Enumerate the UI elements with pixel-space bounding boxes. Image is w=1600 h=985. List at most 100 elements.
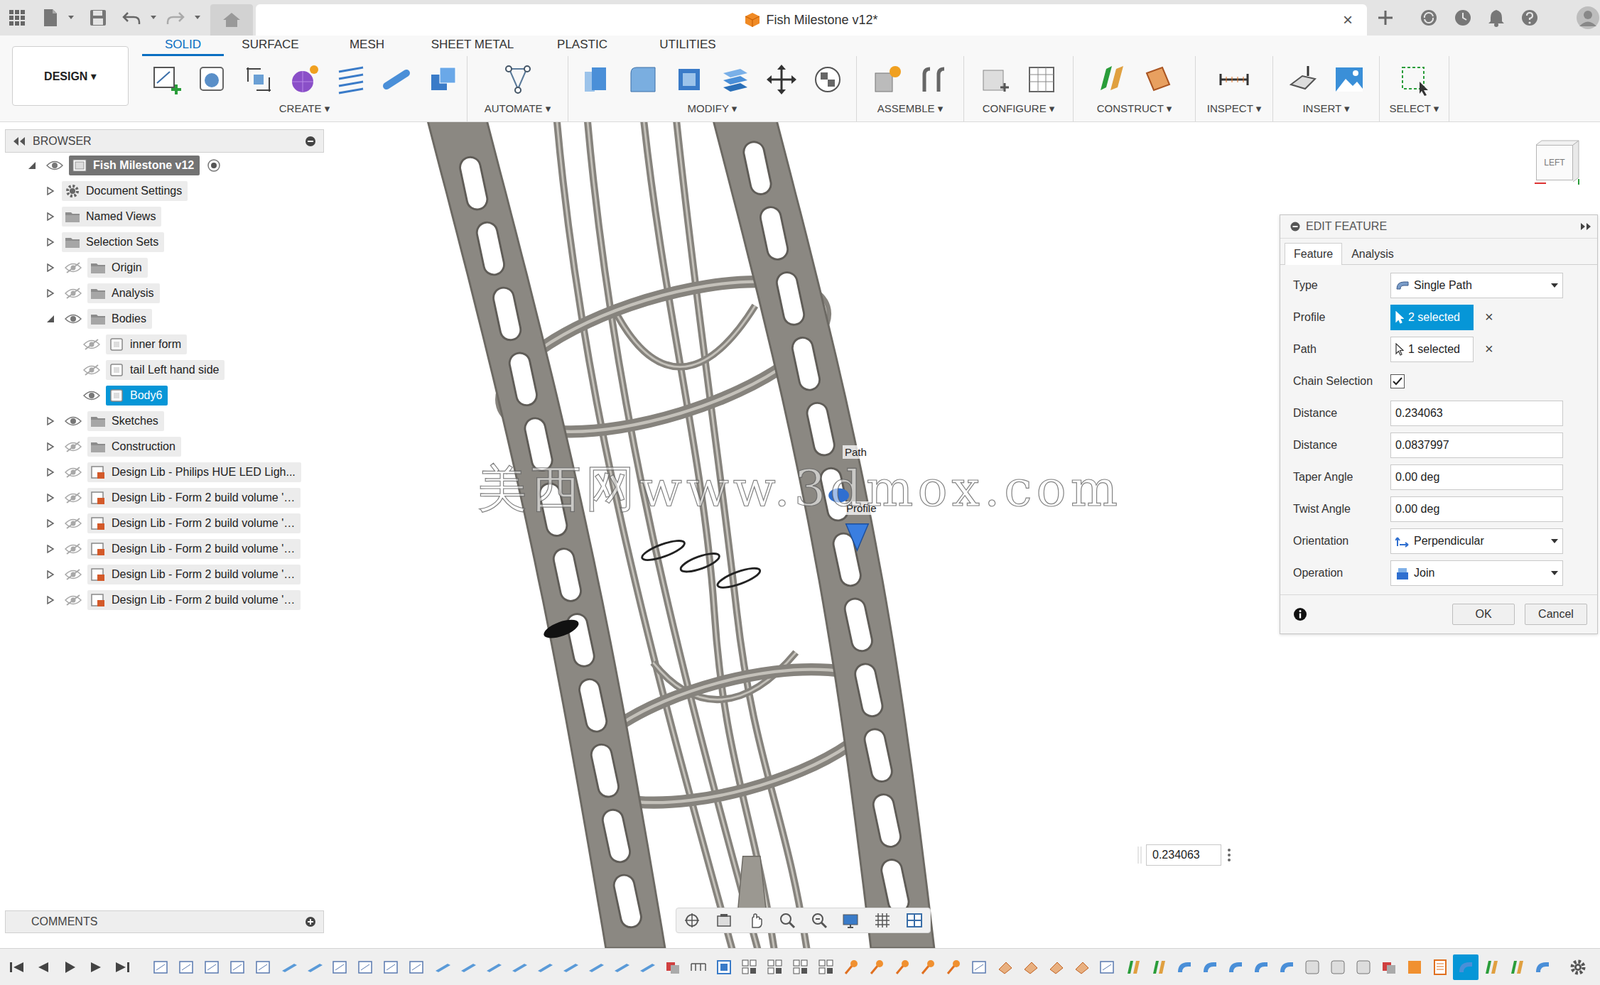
view-cube-face[interactable]: LEFT xyxy=(1536,144,1574,181)
ribbon-tab[interactable]: UTILITIES xyxy=(636,35,739,57)
browser-item-label[interactable]: Design Lib - Form 2 build volume '… xyxy=(87,590,301,611)
redo-icon[interactable] xyxy=(166,9,185,26)
browser-item[interactable]: Design Lib - Form 2 build volume '… xyxy=(4,561,324,588)
hidden-eye-icon[interactable] xyxy=(64,594,82,607)
redo-caret-icon[interactable] xyxy=(194,15,201,20)
new-tab-plus-icon[interactable] xyxy=(1376,9,1394,27)
clear-selection-button[interactable]: × xyxy=(1484,341,1494,358)
collapse-dialog-icon[interactable] xyxy=(1290,221,1301,232)
param-tool-icon[interactable] xyxy=(979,63,1012,96)
eye-icon[interactable] xyxy=(64,313,82,325)
timeline-feature[interactable] xyxy=(1043,954,1070,981)
browser-item[interactable]: Analysis xyxy=(4,280,324,307)
hidden-eye-icon[interactable] xyxy=(64,492,82,504)
selection-button[interactable]: 2 selected xyxy=(1390,304,1474,331)
look-at-icon[interactable] xyxy=(715,912,733,930)
zoom-icon[interactable] xyxy=(778,912,796,930)
browser-item-label[interactable]: Document Settings xyxy=(61,181,188,202)
collapsed-arrow-icon[interactable] xyxy=(46,289,55,298)
toolbar-group-menu[interactable]: CONSTRUCT ▾ xyxy=(1096,102,1173,116)
timeline-feature[interactable] xyxy=(1452,954,1479,981)
collapsed-arrow-icon[interactable] xyxy=(46,186,55,196)
timeline-feature[interactable] xyxy=(1018,954,1044,981)
timeline-feature[interactable] xyxy=(1248,954,1274,981)
timeline-feature[interactable] xyxy=(250,954,277,981)
sync-icon[interactable] xyxy=(1419,8,1439,27)
newcomp-tool-icon[interactable] xyxy=(871,63,904,96)
timeline-feature[interactable] xyxy=(148,954,175,981)
ribbon-tab[interactable]: PLASTIC xyxy=(527,35,637,57)
timeline-feature[interactable] xyxy=(634,954,661,981)
timeline-feature[interactable] xyxy=(864,954,891,981)
collapsed-arrow-icon[interactable] xyxy=(46,238,55,247)
timeline-feature[interactable] xyxy=(429,954,456,981)
layers-tool-icon[interactable] xyxy=(719,63,752,96)
browser-item-label[interactable]: inner form xyxy=(105,334,187,355)
notifications-bell-icon[interactable] xyxy=(1487,8,1505,27)
checker-tool-icon[interactable] xyxy=(811,63,845,96)
collapse-panel-icon[interactable] xyxy=(12,136,26,147)
value-input[interactable]: 0.00 deg xyxy=(1390,496,1564,523)
timeline-feature[interactable] xyxy=(1094,954,1121,981)
collapsed-arrow-icon[interactable] xyxy=(46,570,55,580)
joint-tool-icon[interactable] xyxy=(917,63,950,96)
collapsed-arrow-icon[interactable] xyxy=(46,468,55,477)
browser-item-label[interactable]: Body6 xyxy=(105,385,168,406)
browser-item-label[interactable]: Fish Milestone v12 xyxy=(68,155,200,176)
browser-item-label[interactable]: Selection Sets xyxy=(61,232,165,253)
close-tab-button[interactable]: × xyxy=(1338,9,1358,30)
dialog-tab[interactable]: Analysis xyxy=(1342,242,1404,266)
browser-item-label[interactable]: Design Lib - Form 2 build volume '… xyxy=(87,564,301,585)
browser-item-label[interactable]: Sketches xyxy=(87,411,165,432)
browser-item-label[interactable]: Construction xyxy=(87,436,182,457)
collapsed-arrow-icon[interactable] xyxy=(46,596,55,605)
shell-tool-icon[interactable] xyxy=(672,63,706,96)
browser-item[interactable]: Design Lib - Form 2 build volume '… xyxy=(4,587,324,614)
user-avatar-icon[interactable] xyxy=(1575,5,1600,30)
browser-item[interactable]: Sketches xyxy=(4,408,324,435)
timeline-feature[interactable] xyxy=(736,954,763,981)
timeline-feature[interactable] xyxy=(276,954,302,981)
timeline-feature[interactable] xyxy=(225,954,251,981)
collapsed-arrow-icon[interactable] xyxy=(46,212,55,221)
timeline-feature[interactable] xyxy=(327,954,354,981)
grid-settings-icon[interactable] xyxy=(873,912,891,930)
timeline-feature[interactable] xyxy=(353,954,379,981)
timeline-feature[interactable] xyxy=(685,954,712,981)
collapsed-arrow-icon[interactable] xyxy=(46,442,55,452)
fillet-tool-icon[interactable] xyxy=(626,63,660,96)
sketch-tool-icon[interactable] xyxy=(149,63,183,96)
hidden-eye-icon[interactable] xyxy=(64,517,82,530)
save-icon[interactable] xyxy=(89,9,107,27)
eye-icon[interactable] xyxy=(83,390,101,402)
toolbar-group-menu[interactable]: SELECT ▾ xyxy=(1389,102,1440,116)
browser-item-label[interactable]: Named Views xyxy=(61,206,162,227)
orbit-icon[interactable] xyxy=(683,912,701,930)
dropdown[interactable]: Perpendicular xyxy=(1390,528,1564,555)
browser-item-label[interactable]: Bodies xyxy=(87,309,153,329)
browser-item[interactable]: Bodies xyxy=(4,306,324,332)
timeline-feature[interactable] xyxy=(711,954,737,981)
press-tool-icon[interactable] xyxy=(580,63,614,96)
timeline-feature[interactable] xyxy=(557,954,584,981)
hidden-eye-icon[interactable] xyxy=(64,262,82,274)
timeline-feature[interactable] xyxy=(890,954,916,981)
timeline-feature[interactable] xyxy=(174,954,200,981)
timeline-feature[interactable] xyxy=(813,954,840,981)
selection-button[interactable]: 1 selected xyxy=(1390,336,1474,363)
dropdown-caret-icon[interactable] xyxy=(1550,571,1559,576)
coil-tool-icon[interactable] xyxy=(334,63,368,96)
timeline-feature[interactable] xyxy=(301,954,328,981)
timeline-feature[interactable] xyxy=(1222,954,1249,981)
display-settings-icon[interactable] xyxy=(841,912,859,930)
eye-icon[interactable] xyxy=(46,159,64,172)
sphere-tool-icon[interactable] xyxy=(288,63,322,96)
browser-item-label[interactable]: Origin xyxy=(87,257,148,278)
browser-item[interactable]: Body6 xyxy=(4,382,324,409)
timeline-feature[interactable] xyxy=(1504,954,1530,981)
timeline-feature[interactable] xyxy=(915,954,942,981)
timeline-feature[interactable] xyxy=(660,954,686,981)
ribbon-tab[interactable]: SURFACE xyxy=(223,35,317,57)
zoom-window-icon[interactable] xyxy=(810,912,828,930)
browser-item[interactable]: Design Lib - Form 2 build volume '… xyxy=(4,510,324,537)
